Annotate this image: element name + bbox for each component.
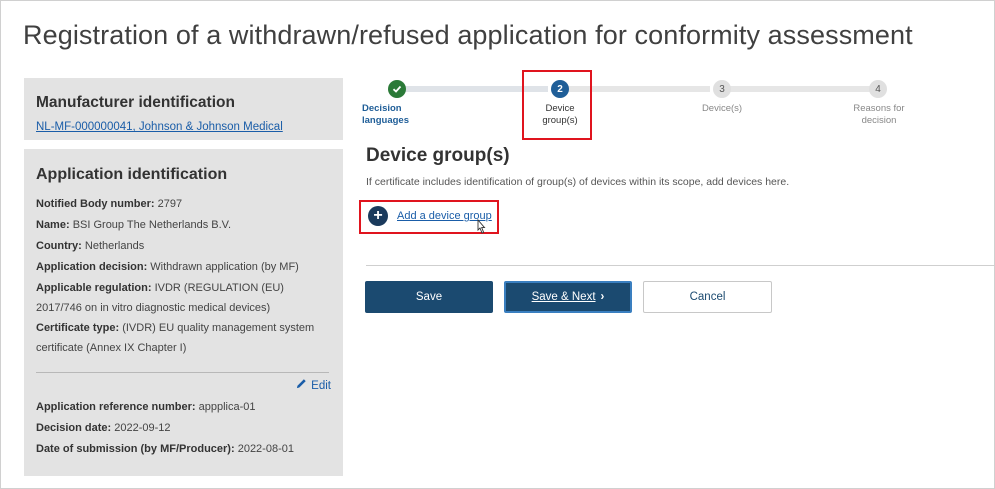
cancel-button[interactable]: Cancel	[643, 281, 772, 313]
step-4-label: Reasons for decision	[853, 103, 905, 126]
step-4-circle: 4	[869, 80, 887, 98]
field-country: Country: Netherlands	[36, 240, 145, 252]
wizard-stepper: Decision languages 2 Device group(s) 3 D…	[362, 78, 932, 138]
field-certificate-type: Certificate type: (IVDR) EU quality mana…	[36, 322, 315, 354]
step-1-label[interactable]: Decision languages	[362, 103, 422, 127]
field-name: Name: BSI Group The Netherlands B.V.	[36, 219, 232, 231]
manufacturer-heading: Manufacturer identification	[36, 94, 235, 111]
content-divider	[366, 265, 995, 266]
manufacturer-link[interactable]: NL-MF-000000041, Johnson & Johnson Medic…	[36, 121, 283, 133]
edit-button[interactable]: Edit	[36, 373, 331, 395]
step-1-check-icon[interactable]	[388, 80, 406, 98]
field-submission-date: Date of submission (by MF/Producer): 202…	[36, 443, 294, 455]
section-description: If certificate includes identification o…	[366, 176, 790, 188]
step-3-circle: 3	[713, 80, 731, 98]
application-heading: Application identification	[36, 166, 228, 183]
section-title: Device group(s)	[366, 145, 510, 166]
highlight-box-step-2	[522, 70, 592, 140]
step-3-label: Device(s)	[701, 103, 743, 114]
field-reference-number: Application reference number: appplica-0…	[36, 401, 256, 413]
edit-label: Edit	[311, 380, 331, 392]
pencil-icon	[296, 378, 307, 392]
application-panel: Application identification Notified Body…	[24, 149, 343, 476]
manufacturer-panel: Manufacturer identification NL-MF-000000…	[24, 78, 343, 140]
field-application-decision: Application decision: Withdrawn applicat…	[36, 261, 299, 273]
chevron-right-icon: ›	[600, 291, 605, 303]
page-title: Registration of a withdrawn/refused appl…	[23, 20, 913, 50]
pointer-cursor-icon	[477, 219, 486, 234]
save-button[interactable]: Save	[365, 281, 493, 313]
field-applicable-regulation: Applicable regulation: IVDR (REGULATION …	[36, 282, 284, 314]
save-next-button[interactable]: Save & Next ›	[504, 281, 632, 313]
step-connector	[720, 86, 874, 92]
field-decision-date: Decision date: 2022-09-12	[36, 422, 171, 434]
field-notified-body: Notified Body number: 2797	[36, 198, 183, 210]
